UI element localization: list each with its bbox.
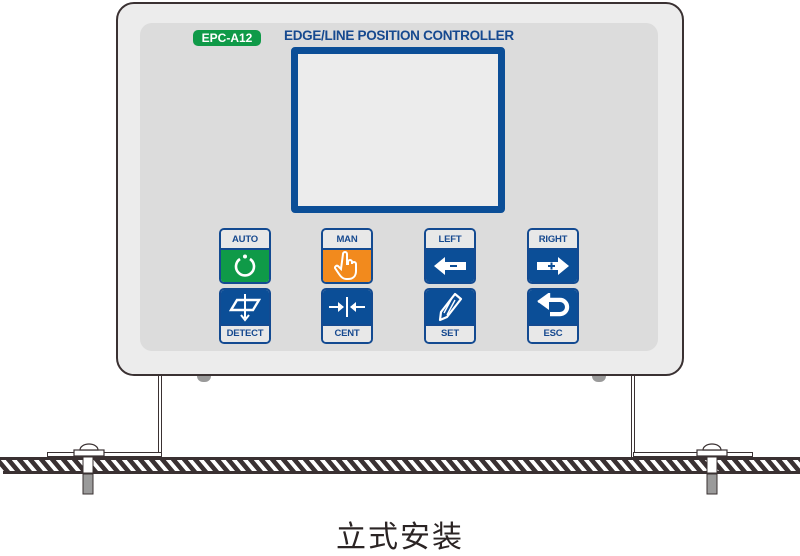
- right-key-label: RIGHT: [529, 230, 577, 248]
- rubber-foot: [197, 376, 211, 382]
- auto-key[interactable]: AUTO: [219, 228, 271, 284]
- detect-key[interactable]: DETECT: [219, 288, 271, 344]
- set-key[interactable]: SET: [424, 288, 476, 344]
- esc-key-label: ESC: [529, 324, 577, 342]
- mounting-surface: [0, 443, 800, 495]
- man-key[interactable]: MAN: [321, 228, 373, 284]
- esc-key[interactable]: ESC: [527, 288, 579, 344]
- rubber-foot: [592, 376, 606, 382]
- lcd-screen: [291, 47, 505, 213]
- device-title: EDGE/LINE POSITION CONTROLLER: [284, 28, 514, 43]
- hand-pointer-icon: [323, 248, 371, 282]
- caption-vertical-mounting: 立式安装: [336, 520, 464, 555]
- cent-key[interactable]: CENT: [321, 288, 373, 344]
- man-key-label: MAN: [323, 230, 371, 248]
- cent-key-label: CENT: [323, 324, 371, 342]
- center-arrows-icon: [323, 290, 371, 324]
- model-badge: EPC-A12: [193, 30, 261, 46]
- left-key-label: LEFT: [426, 230, 474, 248]
- detect-key-label: DETECT: [221, 324, 269, 342]
- auto-key-label: AUTO: [221, 230, 269, 248]
- detect-sensor-icon: [221, 290, 269, 324]
- right-key[interactable]: RIGHT: [527, 228, 579, 284]
- power-ring-icon: [221, 248, 269, 282]
- left-key[interactable]: LEFT: [424, 228, 476, 284]
- return-arrow-icon: [529, 290, 577, 324]
- arrow-right-plus-icon: [529, 248, 577, 282]
- pencil-icon: [426, 290, 474, 324]
- set-key-label: SET: [426, 324, 474, 342]
- arrow-left-minus-icon: [426, 248, 474, 282]
